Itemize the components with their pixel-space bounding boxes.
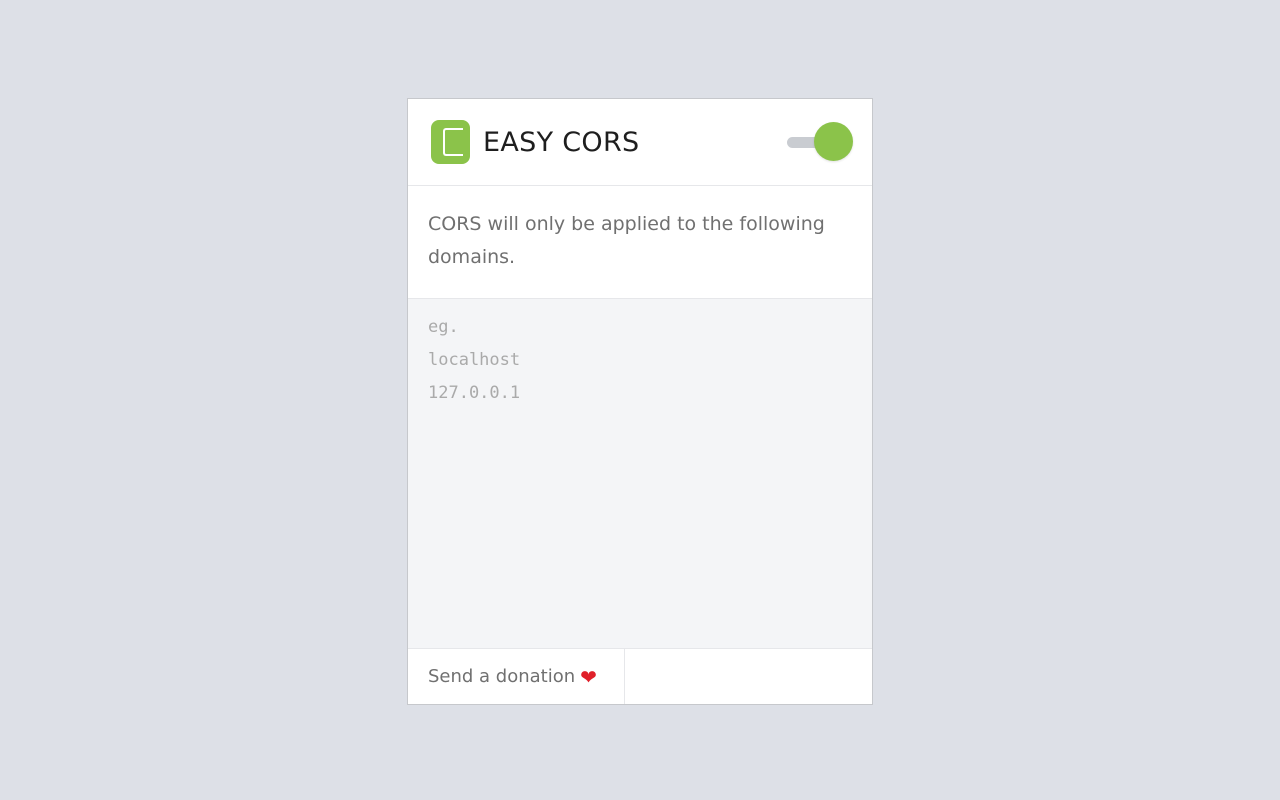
heart-icon: ❤ <box>580 664 597 689</box>
donation-link[interactable]: Send a donation ❤ <box>408 649 625 704</box>
extension-popup: EASY CORS CORS will only be applied to t… <box>407 98 873 705</box>
donation-label: Send a donation <box>428 666 576 687</box>
app-logo-icon <box>431 120 470 164</box>
enable-toggle[interactable] <box>787 122 853 162</box>
popup-header: EASY CORS <box>408 99 872 186</box>
footer-spacer <box>625 649 872 704</box>
domains-textarea[interactable] <box>408 299 872 648</box>
app-title: EASY CORS <box>483 126 640 158</box>
toggle-knob <box>814 122 853 161</box>
description-text: CORS will only be applied to the followi… <box>408 186 872 299</box>
popup-footer: Send a donation ❤ <box>408 648 872 704</box>
